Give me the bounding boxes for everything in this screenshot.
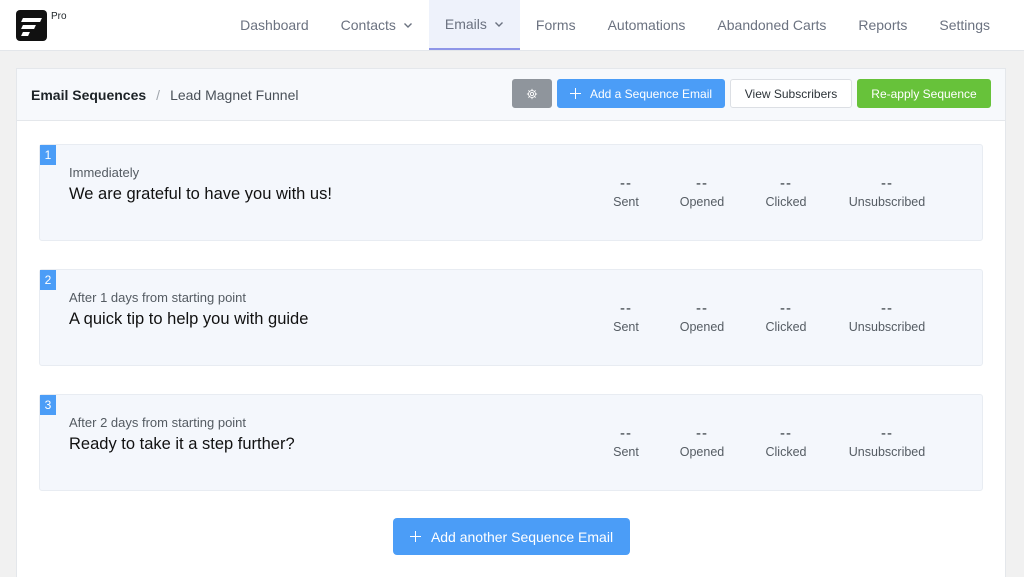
stat-label: Clicked [765,445,807,459]
sequence-subject[interactable]: A quick tip to help you with guide [69,310,308,329]
header-actions: Add a Sequence Email View Subscribers Re… [512,79,991,108]
stat-value: -- [780,175,792,192]
stat-value: -- [696,175,708,192]
sequence-email-card[interactable]: 3 After 2 days from starting point Ready… [39,394,983,491]
stat-label: Sent [613,445,639,459]
stat-unsubscribed: -- Unsubscribed [837,175,937,209]
view-subscribers-label: View Subscribers [744,86,838,101]
stat-value: -- [696,425,708,442]
stat-clicked: -- Clicked [746,425,826,459]
nav-item-label: Emails [444,16,487,32]
nav-item-label: Settings [939,17,990,33]
sequence-settings-button[interactable] [512,79,552,108]
nav-item-settings[interactable]: Settings [923,0,1006,50]
sequence-number-badge: 1 [40,145,56,165]
nav-item-label: Dashboard [240,17,309,33]
stat-label: Unsubscribed [848,445,926,459]
panel-header: Email Sequences / Lead Magnet Funnel Add… [17,69,1005,121]
plus-icon [569,88,581,99]
stat-sent: -- Sent [586,425,666,459]
sequence-email-card[interactable]: 1 Immediately We are grateful to have yo… [39,144,983,241]
sequence-number-badge: 3 [40,395,56,415]
nav-item-automations[interactable]: Automations [592,0,702,50]
nav-item-contacts[interactable]: Contacts [325,0,429,50]
stat-value: -- [620,175,632,192]
app-logo[interactable] [16,10,47,41]
stat-opened: -- Opened [662,175,742,209]
nav-item-label: Automations [607,17,686,33]
breadcrumb-current: Lead Magnet Funnel [170,87,299,103]
nav-item-label: Reports [858,17,908,33]
sequence-delay: After 1 days from starting point [69,290,247,305]
stat-label: Unsubscribed [848,195,926,209]
stat-label: Opened [679,320,725,334]
stat-label: Clicked [765,320,807,334]
main-nav: Dashboard Contacts Emails Forms Automati… [224,0,1006,50]
pro-badge: Pro [51,11,67,22]
stat-opened: -- Opened [662,425,742,459]
stat-value: -- [881,425,893,442]
nav-item-label: Abandoned Carts [717,17,827,33]
breadcrumb-root[interactable]: Email Sequences [31,87,146,103]
add-sequence-email-button[interactable]: Add a Sequence Email [557,79,725,108]
breadcrumb: Email Sequences / Lead Magnet Funnel [31,69,299,121]
nav-item-emails[interactable]: Emails [428,0,520,50]
top-navigation-bar: Pro Dashboard Contacts Emails Forms Auto… [0,0,1024,51]
view-subscribers-button[interactable]: View Subscribers [730,79,852,108]
nav-item-label: Contacts [340,17,396,33]
breadcrumb-separator: / [156,87,161,103]
stat-label: Unsubscribed [848,320,926,334]
stat-unsubscribed: -- Unsubscribed [837,425,937,459]
stat-clicked: -- Clicked [746,175,826,209]
stat-label: Sent [613,195,639,209]
stat-value: -- [620,300,632,317]
stat-value: -- [780,300,792,317]
nav-item-label: Forms [535,17,576,33]
plus-icon [409,531,421,542]
chevron-down-icon [403,23,412,28]
stat-unsubscribed: -- Unsubscribed [837,300,937,334]
add-sequence-email-label: Add a Sequence Email [589,86,713,101]
nav-item-reports[interactable]: Reports [842,0,923,50]
reapply-sequence-label: Re-apply Sequence [871,86,977,101]
sequence-number-badge: 2 [40,270,56,290]
stat-value: -- [780,425,792,442]
stat-clicked: -- Clicked [746,300,826,334]
nav-item-abandoned-carts[interactable]: Abandoned Carts [701,0,842,50]
stat-label: Sent [613,320,639,334]
add-another-sequence-email-button[interactable]: Add another Sequence Email [393,518,630,555]
stat-label: Opened [679,195,725,209]
sequence-panel: Email Sequences / Lead Magnet Funnel Add… [16,68,1006,577]
stat-value: -- [620,425,632,442]
stat-opened: -- Opened [662,300,742,334]
gear-icon [526,88,538,99]
sequence-delay: After 2 days from starting point [69,415,247,430]
stat-label: Opened [679,445,725,459]
stat-sent: -- Sent [586,175,666,209]
chevron-down-icon [494,22,503,27]
add-another-label: Add another Sequence Email [430,528,614,545]
sequence-email-card[interactable]: 2 After 1 days from starting point A qui… [39,269,983,366]
reapply-sequence-button[interactable]: Re-apply Sequence [857,79,991,108]
nav-item-forms[interactable]: Forms [520,0,592,50]
sequence-subject[interactable]: Ready to take it a step further? [69,435,295,454]
stat-sent: -- Sent [586,300,666,334]
sequence-subject[interactable]: We are grateful to have you with us! [69,185,332,204]
sequence-delay: Immediately [69,165,140,180]
nav-item-dashboard[interactable]: Dashboard [224,0,325,50]
stat-value: -- [696,300,708,317]
stat-label: Clicked [765,195,807,209]
stat-value: -- [881,175,893,192]
stat-value: -- [881,300,893,317]
